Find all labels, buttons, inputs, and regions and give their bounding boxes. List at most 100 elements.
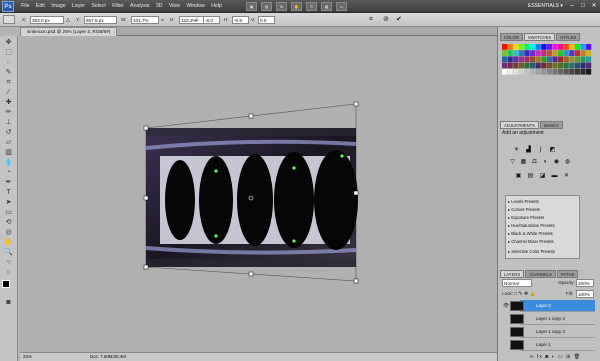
swatch[interactable] <box>530 44 536 50</box>
swatch[interactable] <box>535 56 541 63</box>
swatch[interactable] <box>513 56 519 63</box>
gradient-tool-icon[interactable]: ▥ <box>3 148 14 157</box>
swatch[interactable] <box>569 56 575 63</box>
swatch[interactable] <box>502 62 508 69</box>
swatch[interactable] <box>552 68 558 75</box>
swatch[interactable] <box>586 56 592 63</box>
zoom-level[interactable]: 25% <box>23 353 32 361</box>
swatch[interactable] <box>574 56 580 63</box>
swatch[interactable] <box>541 50 547 56</box>
swatch[interactable] <box>524 68 530 75</box>
lasso-tool-icon[interactable]: ◌ <box>3 58 14 67</box>
opacity-input[interactable]: 100% <box>576 279 594 287</box>
preset-black-white[interactable]: ▸ Black & White Presets <box>508 230 578 237</box>
rotate-view-icon[interactable]: ↻ <box>306 2 317 11</box>
bridge-icon[interactable]: ▣ <box>246 2 257 11</box>
3d-rotate-icon[interactable]: ⟲ <box>3 218 14 227</box>
swatch[interactable] <box>558 68 564 75</box>
swatch[interactable] <box>558 56 564 63</box>
document-tab[interactable]: sinkmoon.psd @ 25% (Layer 2, RGB/8#) <box>20 27 118 36</box>
crop-tool-icon[interactable]: ⌗ <box>3 78 14 87</box>
menu-analysis[interactable]: Analysis <box>127 0 153 13</box>
tab-color[interactable]: COLOR <box>500 33 523 41</box>
eye-icon[interactable] <box>502 327 510 337</box>
zoom-tool-icon[interactable]: 🔍 <box>3 248 14 257</box>
vibrance-icon[interactable]: ▽ <box>508 158 517 166</box>
color-balance-icon[interactable]: ⚖ <box>530 158 539 166</box>
swatch[interactable] <box>580 56 586 63</box>
swatch[interactable] <box>580 62 586 69</box>
mini-bridge-icon[interactable]: ▤ <box>261 2 272 11</box>
swatch[interactable] <box>541 56 547 63</box>
transform-preview[interactable] <box>20 36 497 353</box>
layer-row[interactable]: Layer 1 copy 3 <box>520 326 595 338</box>
swatch[interactable] <box>563 68 569 75</box>
swatch[interactable] <box>563 62 569 69</box>
swatch[interactable] <box>513 44 519 50</box>
curves-icon[interactable]: ∫ <box>536 146 545 154</box>
preset-channel-mixer[interactable]: ▸ Channel Mixer Presets <box>508 238 578 245</box>
exposure-icon[interactable]: ◩ <box>548 146 557 154</box>
3d-orbit-icon[interactable]: ◎ <box>3 228 14 237</box>
swatch[interactable] <box>524 62 530 69</box>
preset-curves[interactable]: ▸ Curves Presets <box>508 206 578 213</box>
preset-selective-color[interactable]: ▸ Selective Color Presets <box>508 248 578 255</box>
menu-select[interactable]: Select <box>88 0 109 13</box>
move-tool-icon[interactable]: ✥ <box>3 38 14 47</box>
eraser-tool-icon[interactable]: ▱ <box>3 138 14 147</box>
arrange-docs-icon[interactable]: ▦ <box>321 2 332 11</box>
lens-tool-icon[interactable]: ○ <box>3 268 14 277</box>
swatch[interactable] <box>569 68 575 75</box>
swatch[interactable] <box>546 62 552 69</box>
swatch[interactable] <box>552 44 558 50</box>
cancel-transform-icon[interactable]: ⊘ <box>383 16 389 24</box>
delta-icon[interactable]: △ <box>66 16 70 24</box>
preset-hue-saturation[interactable]: ▸ Hue/Saturation Presets <box>508 222 578 229</box>
link-icon[interactable]: ∞ <box>161 16 164 24</box>
swatch[interactable] <box>518 68 524 75</box>
swatch[interactable] <box>502 50 508 56</box>
warp-icon[interactable]: ⌗ <box>369 16 373 24</box>
foreground-color-swatch[interactable] <box>2 280 10 288</box>
swatch[interactable] <box>530 56 536 63</box>
tab-swatches[interactable]: SWATCHES <box>523 33 556 41</box>
eye-icon[interactable] <box>502 340 510 350</box>
h-skew-input[interactable]: -6.9 <box>232 16 249 24</box>
menu-layer[interactable]: Layer <box>69 0 88 13</box>
x-input[interactable]: 393.0 px <box>30 16 64 24</box>
layer-actions-icons[interactable]: ∞ fx ◙ ◐ ▭ ⊞ 🗑 <box>530 353 581 361</box>
swatch[interactable] <box>507 56 513 63</box>
gradient-map-icon[interactable]: ▬ <box>550 172 559 180</box>
swatch[interactable] <box>586 68 592 75</box>
invert-icon[interactable]: ▣ <box>514 172 523 180</box>
v-skew-input[interactable]: 0.0 <box>258 16 275 24</box>
swatch[interactable] <box>574 50 580 56</box>
swatch[interactable] <box>524 44 530 50</box>
channel-mixer-icon[interactable]: ◍ <box>563 158 572 166</box>
levels-icon[interactable]: ▟ <box>524 146 533 154</box>
workspace-switcher[interactable]: ESSENTIALS ▾ <box>528 2 564 11</box>
menu-image[interactable]: Image <box>48 0 69 13</box>
swatch[interactable] <box>518 56 524 63</box>
swatch[interactable] <box>535 62 541 69</box>
menu-edit[interactable]: Edit <box>33 0 48 13</box>
preset-exposure[interactable]: ▸ Exposure Presets <box>508 214 578 221</box>
swatch[interactable] <box>502 68 508 75</box>
swatch[interactable] <box>507 44 513 50</box>
menu-filter[interactable]: Filter <box>109 0 127 13</box>
blend-mode-select[interactable]: Normal <box>502 279 532 287</box>
swatch[interactable] <box>563 50 569 56</box>
tab-styles[interactable]: STYLES <box>556 33 581 41</box>
swatch[interactable] <box>530 62 536 69</box>
swatch[interactable] <box>546 68 552 75</box>
hand-icon[interactable]: ✋ <box>291 2 302 11</box>
reference-point-icon[interactable] <box>3 15 15 24</box>
swatch[interactable] <box>524 56 530 63</box>
swatch[interactable] <box>569 50 575 56</box>
swatch[interactable] <box>530 68 536 75</box>
swatch[interactable] <box>541 44 547 50</box>
brush-tool-icon[interactable]: ✏ <box>3 108 14 117</box>
eye-icon[interactable] <box>502 314 510 324</box>
swatch[interactable] <box>524 50 530 56</box>
swatch[interactable] <box>552 50 558 56</box>
